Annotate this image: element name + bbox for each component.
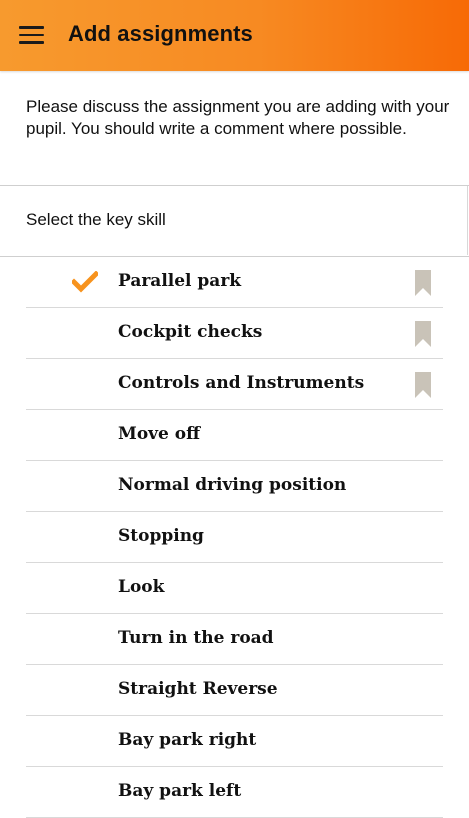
skill-list-item[interactable]: Bay park left <box>0 767 469 818</box>
bookmark-icon[interactable] <box>415 321 431 347</box>
skill-label: Bay park right <box>118 730 257 750</box>
skill-list-item[interactable]: Cockpit checks <box>0 308 469 359</box>
skill-list-item[interactable]: Straight Reverse <box>0 665 469 716</box>
key-skill-select[interactable]: Select the key skill <box>0 186 468 255</box>
skill-label: Cockpit checks <box>118 322 263 342</box>
skill-list-item[interactable]: Normal driving position <box>0 461 469 512</box>
skill-label: Turn in the road <box>118 628 274 648</box>
skill-list-item[interactable]: Bay park right <box>0 716 469 767</box>
skill-list-item[interactable]: Move off <box>0 410 469 461</box>
instruction-text: Please discuss the assignment you are ad… <box>26 97 450 138</box>
skill-label: Parallel park <box>118 271 242 291</box>
bookmark-icon[interactable] <box>415 372 431 398</box>
checkmark-icon <box>70 270 100 293</box>
page-title: Add assignments <box>68 21 253 46</box>
skill-list-item[interactable]: Turn in the road <box>0 614 469 665</box>
skill-list-item[interactable]: Controls and Instruments <box>0 359 469 410</box>
skill-list-item[interactable]: Stopping <box>0 512 469 563</box>
skill-label: Stopping <box>118 526 204 546</box>
skill-list-item[interactable]: Parallel park <box>0 257 469 308</box>
skill-label: Look <box>118 577 165 597</box>
skill-label: Bay park left <box>118 781 242 801</box>
skill-label: Move off <box>118 424 201 444</box>
hamburger-menu-icon[interactable] <box>19 25 44 45</box>
app-bar: Add assignments <box>0 0 469 71</box>
skill-label: Normal driving position <box>118 475 347 495</box>
key-skill-select-label: Select the key skill <box>26 210 166 229</box>
bookmark-icon[interactable] <box>415 270 431 296</box>
skill-list-item[interactable]: Look <box>0 563 469 614</box>
skill-label: Controls and Instruments <box>118 373 365 393</box>
skill-label: Straight Reverse <box>118 679 278 699</box>
